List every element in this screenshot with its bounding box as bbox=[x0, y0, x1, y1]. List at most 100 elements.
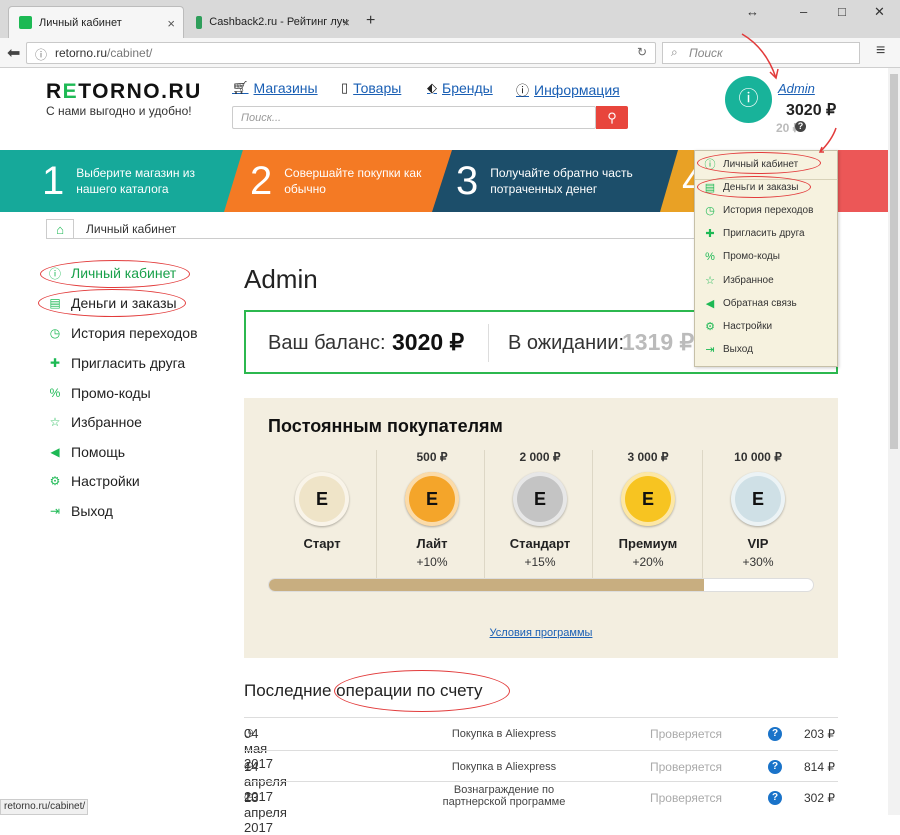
sidebar-item-favorites[interactable]: ☆ Избранное bbox=[46, 413, 142, 431]
nav-info-link[interactable]: ⓘ Информация bbox=[516, 80, 620, 99]
new-tab-button[interactable]: + bbox=[366, 12, 375, 30]
sidebar-item-label: Помощь bbox=[71, 444, 126, 460]
tier-separator bbox=[376, 450, 377, 580]
sidebar-item-promo[interactable]: % Промо-коды bbox=[46, 384, 151, 402]
url-path: /cabinet/ bbox=[107, 46, 153, 60]
home-icon[interactable]: ⌂ bbox=[46, 219, 74, 239]
url-bar[interactable]: ⓘ retorno.ru/cabinet/ ↻ bbox=[26, 42, 656, 64]
exit-icon: ⇥ bbox=[705, 344, 715, 357]
balance-value: 3020 ₽ bbox=[392, 329, 465, 355]
search-icon: ⚲ bbox=[607, 110, 617, 125]
dropdown-item-label: Промо-коды bbox=[723, 251, 780, 263]
megaphone-icon: ◀ bbox=[705, 297, 715, 310]
help-icon[interactable]: ? bbox=[768, 727, 782, 741]
add-user-icon: ✚ bbox=[705, 228, 715, 241]
loyalty-panel: Постоянным покупателям Ε Старт 500 ₽ Ε Лайт +… bbox=[244, 398, 838, 658]
sidebar-item-history[interactable]: ◷ История переходов bbox=[46, 324, 198, 342]
close-tab-icon[interactable]: × bbox=[167, 16, 175, 31]
search-icon: ⌕ bbox=[671, 45, 678, 59]
dropdown-item[interactable]: ⚙ Настройки bbox=[703, 319, 772, 333]
sidebar-item-logout[interactable]: ⇥ Выход bbox=[46, 502, 113, 520]
operations-title: Последние операции по счету bbox=[244, 681, 483, 700]
tier-separator bbox=[702, 450, 703, 580]
sidebar-item-invite[interactable]: ✚ Пригласить друга bbox=[46, 354, 185, 372]
close-window-button[interactable]: ✕ bbox=[874, 4, 885, 20]
browser-tab[interactable]: Cashback2.ru - Рейтинг луч × bbox=[186, 6, 358, 38]
highlight-oval bbox=[38, 289, 186, 317]
tier-separator bbox=[484, 450, 485, 580]
nav-brands-link[interactable]: ⬖ Бренды bbox=[427, 80, 493, 96]
banner-step-2: 2 Совершайте покупки как обычно bbox=[224, 150, 460, 212]
terms-link[interactable]: Условия программы bbox=[244, 627, 838, 639]
sidebar-item-help[interactable]: ◀ Помощь bbox=[46, 443, 125, 461]
info-icon[interactable]: ⓘ bbox=[35, 46, 47, 63]
breadcrumb-current: Личный кабинет bbox=[86, 222, 177, 236]
back-arrow-icon[interactable]: ⬅ bbox=[7, 43, 20, 63]
dropdown-item-label: Избранное bbox=[723, 274, 774, 286]
step-number: 1 bbox=[42, 159, 65, 203]
nav-label: Информация bbox=[534, 81, 620, 98]
menu-icon[interactable]: ≡ bbox=[876, 42, 885, 60]
sidebar-item-label: История переходов bbox=[71, 325, 198, 341]
tier-percent: +20% bbox=[632, 555, 664, 569]
sidebar-item-label: Выход bbox=[71, 503, 113, 519]
restore-icon[interactable]: ↔ bbox=[746, 4, 759, 19]
site-search-button[interactable]: ⚲ bbox=[596, 106, 628, 129]
dropdown-item[interactable]: ◷ История переходов bbox=[703, 203, 813, 217]
loyalty-tier: 2 000 ₽ Ε Стандарт +15% bbox=[486, 450, 594, 569]
tier-name: VIP bbox=[747, 536, 769, 551]
scrollbar-thumb[interactable] bbox=[890, 74, 898, 449]
divider bbox=[488, 324, 489, 362]
dropdown-item[interactable]: ◀ Обратная связь bbox=[703, 296, 797, 310]
sidebar-item-label: Промо-коды bbox=[71, 385, 151, 401]
tier-name: Стандарт bbox=[509, 536, 571, 551]
reload-icon[interactable]: ↻ bbox=[637, 45, 647, 59]
nav-label: Товары bbox=[353, 80, 402, 96]
dropdown-item-label: Настройки bbox=[723, 320, 773, 332]
minimize-button[interactable]: – bbox=[800, 4, 807, 19]
clock-icon: ◷ bbox=[49, 326, 61, 340]
gear-icon: ⚙ bbox=[49, 474, 61, 488]
loyalty-tier: Ε Старт bbox=[268, 450, 376, 555]
tier-medal-icon: Ε bbox=[731, 472, 785, 526]
megaphone-icon: ◀ bbox=[50, 445, 60, 459]
operation-description: Вознаграждение по партнерской программе bbox=[442, 784, 566, 808]
dropdown-item-label: Пригласить друга bbox=[723, 228, 805, 240]
sidebar-item-label: Избранное bbox=[71, 414, 142, 430]
operation-sum: 302 ₽ bbox=[804, 791, 835, 805]
operation-row: ◷ 13 апреля 2017 Вознаграждение по партнер… bbox=[244, 781, 838, 835]
dropdown-item[interactable]: % Промо-коды bbox=[703, 250, 780, 264]
operation-description: Покупка в Aliexpress bbox=[451, 728, 557, 740]
sidebar-item-settings[interactable]: ⚙ Настройки bbox=[46, 472, 140, 490]
cart-icon: 🛒︎ bbox=[232, 80, 249, 95]
help-icon[interactable]: ? bbox=[768, 760, 782, 774]
close-tab-icon[interactable]: × bbox=[342, 15, 350, 30]
site-search-input[interactable]: Поиск... bbox=[232, 106, 596, 129]
step-text: Получайте обратно часть потраченных дене… bbox=[490, 166, 633, 196]
gear-icon: ⚙ bbox=[705, 320, 715, 333]
loyalty-tier: 10 000 ₽ Ε VIP +30% bbox=[704, 450, 812, 569]
dropdown-item-label: Выход bbox=[723, 344, 753, 356]
maximize-button[interactable]: □ bbox=[838, 4, 846, 19]
tier-threshold: 500 ₽ bbox=[416, 450, 448, 464]
operation-status: Проверяется bbox=[650, 791, 723, 805]
slogan: С нами выгодно и удобно! bbox=[46, 104, 192, 118]
dropdown-item[interactable]: ⇥ Выход bbox=[703, 343, 753, 357]
dropdown-item[interactable]: ✚ Пригласить друга bbox=[703, 227, 805, 241]
site-logo[interactable]: RETORNO.RU bbox=[46, 80, 202, 104]
browser-tab-active[interactable]: Личный кабинет × bbox=[8, 6, 184, 38]
nav-shops-link[interactable]: 🛒︎ Магазины bbox=[232, 80, 318, 96]
page-title: Admin bbox=[244, 264, 318, 294]
operation-sum: 814 ₽ bbox=[804, 760, 835, 774]
tier-medal-icon: Ε bbox=[621, 472, 675, 526]
dropdown-item[interactable]: ☆ Избранное bbox=[703, 273, 774, 287]
tier-threshold bbox=[268, 450, 376, 468]
tier-threshold: 3 000 ₽ bbox=[627, 450, 669, 464]
step-text: Совершайте покупки как обычно bbox=[284, 166, 422, 196]
percent-icon: % bbox=[49, 386, 61, 400]
bag-icon: ▯ bbox=[341, 80, 349, 95]
sidebar-item-label: Настройки bbox=[71, 473, 140, 489]
operation-row: ◷ 04 мая 2017 Покупка в Aliexpress Проверяе… bbox=[244, 717, 838, 771]
help-icon[interactable]: ? bbox=[768, 791, 782, 805]
nav-products-link[interactable]: ▯ Товары bbox=[341, 80, 401, 96]
